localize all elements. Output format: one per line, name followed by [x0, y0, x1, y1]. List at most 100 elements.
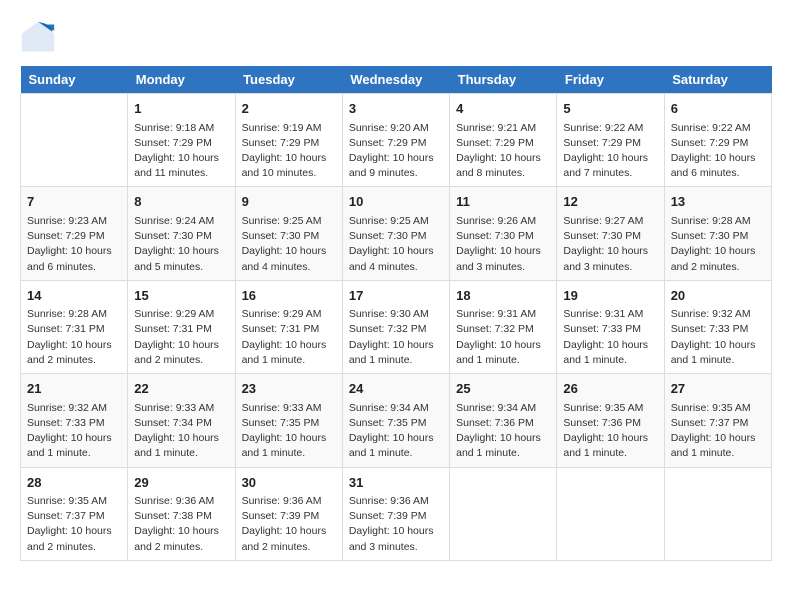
day-number: 31: [349, 473, 443, 493]
day-header-sunday: Sunday: [21, 66, 128, 94]
day-number: 23: [242, 379, 336, 399]
calendar-cell: 11Sunrise: 9:26 AM Sunset: 7:30 PM Dayli…: [450, 187, 557, 280]
day-info: Sunrise: 9:27 AM Sunset: 7:30 PM Dayligh…: [563, 214, 657, 275]
day-info: Sunrise: 9:36 AM Sunset: 7:38 PM Dayligh…: [134, 494, 228, 555]
day-number: 27: [671, 379, 765, 399]
calendar-cell: 30Sunrise: 9:36 AM Sunset: 7:39 PM Dayli…: [235, 467, 342, 560]
calendar-cell: 27Sunrise: 9:35 AM Sunset: 7:37 PM Dayli…: [664, 374, 771, 467]
calendar-cell: 28Sunrise: 9:35 AM Sunset: 7:37 PM Dayli…: [21, 467, 128, 560]
day-info: Sunrise: 9:23 AM Sunset: 7:29 PM Dayligh…: [27, 214, 121, 275]
day-info: Sunrise: 9:21 AM Sunset: 7:29 PM Dayligh…: [456, 121, 550, 182]
day-number: 18: [456, 286, 550, 306]
calendar-cell: 6Sunrise: 9:22 AM Sunset: 7:29 PM Daylig…: [664, 94, 771, 187]
day-number: 11: [456, 192, 550, 212]
calendar-cell: [450, 467, 557, 560]
calendar-cell: 2Sunrise: 9:19 AM Sunset: 7:29 PM Daylig…: [235, 94, 342, 187]
calendar-cell: [557, 467, 664, 560]
day-number: 14: [27, 286, 121, 306]
day-number: 13: [671, 192, 765, 212]
day-number: 28: [27, 473, 121, 493]
day-info: Sunrise: 9:30 AM Sunset: 7:32 PM Dayligh…: [349, 307, 443, 368]
day-info: Sunrise: 9:33 AM Sunset: 7:34 PM Dayligh…: [134, 401, 228, 462]
calendar-cell: 14Sunrise: 9:28 AM Sunset: 7:31 PM Dayli…: [21, 280, 128, 373]
day-info: Sunrise: 9:31 AM Sunset: 7:32 PM Dayligh…: [456, 307, 550, 368]
day-number: 15: [134, 286, 228, 306]
day-info: Sunrise: 9:22 AM Sunset: 7:29 PM Dayligh…: [563, 121, 657, 182]
day-info: Sunrise: 9:34 AM Sunset: 7:35 PM Dayligh…: [349, 401, 443, 462]
day-info: Sunrise: 9:28 AM Sunset: 7:30 PM Dayligh…: [671, 214, 765, 275]
day-info: Sunrise: 9:29 AM Sunset: 7:31 PM Dayligh…: [134, 307, 228, 368]
day-number: 24: [349, 379, 443, 399]
day-number: 20: [671, 286, 765, 306]
day-number: 3: [349, 99, 443, 119]
day-number: 19: [563, 286, 657, 306]
calendar-week-row: 1Sunrise: 9:18 AM Sunset: 7:29 PM Daylig…: [21, 94, 772, 187]
day-info: Sunrise: 9:32 AM Sunset: 7:33 PM Dayligh…: [671, 307, 765, 368]
calendar-cell: 25Sunrise: 9:34 AM Sunset: 7:36 PM Dayli…: [450, 374, 557, 467]
calendar-cell: 24Sunrise: 9:34 AM Sunset: 7:35 PM Dayli…: [342, 374, 449, 467]
day-info: Sunrise: 9:22 AM Sunset: 7:29 PM Dayligh…: [671, 121, 765, 182]
calendar-cell: 23Sunrise: 9:33 AM Sunset: 7:35 PM Dayli…: [235, 374, 342, 467]
calendar-cell: 31Sunrise: 9:36 AM Sunset: 7:39 PM Dayli…: [342, 467, 449, 560]
calendar-cell: 9Sunrise: 9:25 AM Sunset: 7:30 PM Daylig…: [235, 187, 342, 280]
calendar-header-row: SundayMondayTuesdayWednesdayThursdayFrid…: [21, 66, 772, 94]
day-info: Sunrise: 9:24 AM Sunset: 7:30 PM Dayligh…: [134, 214, 228, 275]
calendar-cell: 3Sunrise: 9:20 AM Sunset: 7:29 PM Daylig…: [342, 94, 449, 187]
calendar-cell: 13Sunrise: 9:28 AM Sunset: 7:30 PM Dayli…: [664, 187, 771, 280]
day-info: Sunrise: 9:26 AM Sunset: 7:30 PM Dayligh…: [456, 214, 550, 275]
day-header-tuesday: Tuesday: [235, 66, 342, 94]
calendar-cell: 26Sunrise: 9:35 AM Sunset: 7:36 PM Dayli…: [557, 374, 664, 467]
day-number: 16: [242, 286, 336, 306]
day-info: Sunrise: 9:19 AM Sunset: 7:29 PM Dayligh…: [242, 121, 336, 182]
day-number: 5: [563, 99, 657, 119]
day-info: Sunrise: 9:35 AM Sunset: 7:37 PM Dayligh…: [27, 494, 121, 555]
day-info: Sunrise: 9:18 AM Sunset: 7:29 PM Dayligh…: [134, 121, 228, 182]
day-number: 12: [563, 192, 657, 212]
day-header-wednesday: Wednesday: [342, 66, 449, 94]
day-info: Sunrise: 9:36 AM Sunset: 7:39 PM Dayligh…: [242, 494, 336, 555]
page-header: [20, 20, 772, 56]
day-info: Sunrise: 9:36 AM Sunset: 7:39 PM Dayligh…: [349, 494, 443, 555]
day-info: Sunrise: 9:35 AM Sunset: 7:36 PM Dayligh…: [563, 401, 657, 462]
day-number: 21: [27, 379, 121, 399]
day-info: Sunrise: 9:33 AM Sunset: 7:35 PM Dayligh…: [242, 401, 336, 462]
day-info: Sunrise: 9:25 AM Sunset: 7:30 PM Dayligh…: [242, 214, 336, 275]
calendar-cell: 16Sunrise: 9:29 AM Sunset: 7:31 PM Dayli…: [235, 280, 342, 373]
day-info: Sunrise: 9:31 AM Sunset: 7:33 PM Dayligh…: [563, 307, 657, 368]
day-number: 8: [134, 192, 228, 212]
calendar-cell: 7Sunrise: 9:23 AM Sunset: 7:29 PM Daylig…: [21, 187, 128, 280]
day-number: 30: [242, 473, 336, 493]
day-number: 29: [134, 473, 228, 493]
day-number: 6: [671, 99, 765, 119]
calendar-cell: 20Sunrise: 9:32 AM Sunset: 7:33 PM Dayli…: [664, 280, 771, 373]
day-number: 4: [456, 99, 550, 119]
calendar-cell: 1Sunrise: 9:18 AM Sunset: 7:29 PM Daylig…: [128, 94, 235, 187]
calendar-week-row: 21Sunrise: 9:32 AM Sunset: 7:33 PM Dayli…: [21, 374, 772, 467]
day-header-saturday: Saturday: [664, 66, 771, 94]
day-number: 26: [563, 379, 657, 399]
calendar-week-row: 7Sunrise: 9:23 AM Sunset: 7:29 PM Daylig…: [21, 187, 772, 280]
calendar-table: SundayMondayTuesdayWednesdayThursdayFrid…: [20, 66, 772, 561]
calendar-cell: 12Sunrise: 9:27 AM Sunset: 7:30 PM Dayli…: [557, 187, 664, 280]
calendar-cell: 19Sunrise: 9:31 AM Sunset: 7:33 PM Dayli…: [557, 280, 664, 373]
calendar-cell: 21Sunrise: 9:32 AM Sunset: 7:33 PM Dayli…: [21, 374, 128, 467]
day-number: 17: [349, 286, 443, 306]
day-info: Sunrise: 9:20 AM Sunset: 7:29 PM Dayligh…: [349, 121, 443, 182]
calendar-cell: [21, 94, 128, 187]
day-info: Sunrise: 9:28 AM Sunset: 7:31 PM Dayligh…: [27, 307, 121, 368]
calendar-cell: 18Sunrise: 9:31 AM Sunset: 7:32 PM Dayli…: [450, 280, 557, 373]
calendar-cell: 29Sunrise: 9:36 AM Sunset: 7:38 PM Dayli…: [128, 467, 235, 560]
day-number: 1: [134, 99, 228, 119]
calendar-cell: 4Sunrise: 9:21 AM Sunset: 7:29 PM Daylig…: [450, 94, 557, 187]
day-number: 25: [456, 379, 550, 399]
day-header-thursday: Thursday: [450, 66, 557, 94]
logo-icon: [20, 20, 56, 56]
day-number: 9: [242, 192, 336, 212]
calendar-week-row: 28Sunrise: 9:35 AM Sunset: 7:37 PM Dayli…: [21, 467, 772, 560]
day-number: 22: [134, 379, 228, 399]
calendar-cell: 5Sunrise: 9:22 AM Sunset: 7:29 PM Daylig…: [557, 94, 664, 187]
calendar-cell: [664, 467, 771, 560]
calendar-cell: 17Sunrise: 9:30 AM Sunset: 7:32 PM Dayli…: [342, 280, 449, 373]
calendar-cell: 8Sunrise: 9:24 AM Sunset: 7:30 PM Daylig…: [128, 187, 235, 280]
day-header-monday: Monday: [128, 66, 235, 94]
